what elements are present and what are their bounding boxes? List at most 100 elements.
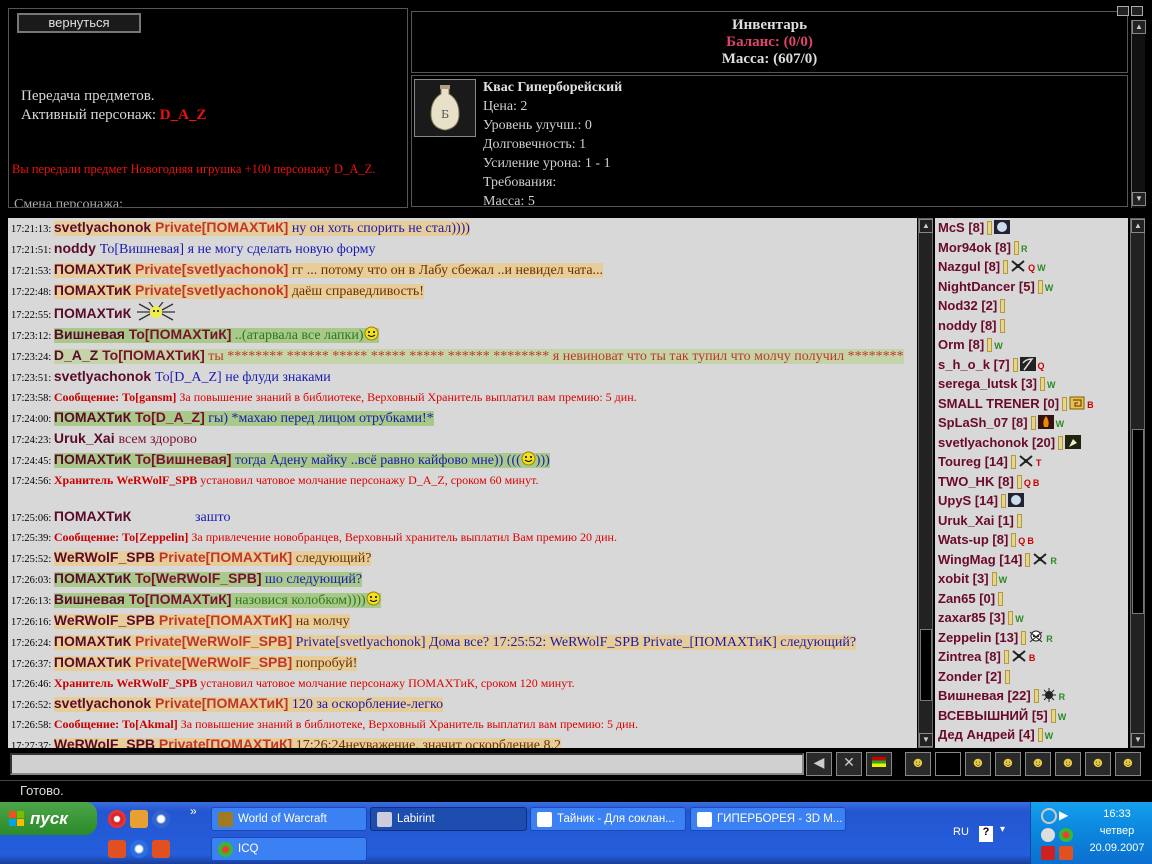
message-nick[interactable]: Вишневая — [54, 326, 129, 342]
message-recipient[interactable]: To[ПОМАХТиК] — [129, 326, 232, 342]
scroll-down-arrow-icon[interactable]: ▼ — [1131, 733, 1145, 747]
message-nick[interactable]: ПОМАХТиК — [54, 282, 135, 298]
task-wow[interactable]: World of Warcraft — [211, 807, 367, 831]
task-labirint[interactable]: Labirint — [370, 807, 527, 831]
tray-icon[interactable] — [1059, 846, 1073, 860]
user-row[interactable]: SMALL TRENER [0] B — [935, 394, 1128, 414]
message-recipient[interactable]: To[ПОМАХТиК] — [102, 347, 205, 363]
scroll-up-arrow-icon[interactable]: ▲ — [919, 219, 933, 233]
kvass-bottle-icon[interactable]: Б — [414, 79, 476, 137]
color-palette-icon[interactable] — [866, 752, 892, 776]
user-row[interactable]: Zonder [2] — [935, 667, 1128, 687]
user-name[interactable]: s_h_o_k — [938, 357, 994, 372]
user-name[interactable]: Toureg — [938, 454, 985, 469]
user-name[interactable]: WingMag — [938, 552, 999, 567]
message-nick[interactable]: ПОМАХТиК — [54, 261, 135, 277]
message-recipient[interactable]: To[WeRWolF_SPB] — [135, 570, 262, 586]
play-icon[interactable]: ▶ — [1059, 808, 1068, 823]
chat-scrollbar[interactable]: ▲ ▼ — [918, 218, 933, 748]
user-row[interactable]: Дед Андрей [4] W — [935, 725, 1128, 745]
clear-icon[interactable]: ✕ — [836, 752, 862, 776]
user-name[interactable]: Nazgul — [938, 259, 984, 274]
user-row[interactable]: TWO_HK [8] Q B — [935, 472, 1128, 492]
user-name[interactable]: Mor94ok — [938, 240, 995, 255]
user-name[interactable]: SpLaSh_07 — [938, 415, 1012, 430]
scroll-up-arrow-icon[interactable]: ▲ — [1132, 20, 1146, 34]
scroll-up-arrow-icon[interactable]: ▲ — [1131, 219, 1145, 233]
task-tainik[interactable]: Тайник - Для соклан... — [530, 807, 686, 831]
help-icon[interactable]: ? — [979, 826, 993, 842]
smile-icon[interactable]: ☻ — [1085, 752, 1111, 776]
chat-scroll-thumb[interactable] — [920, 629, 932, 701]
user-name[interactable]: McS — [938, 220, 968, 235]
message-nick[interactable]: svetlyachonok — [54, 695, 155, 711]
opera-icon[interactable] — [108, 810, 126, 828]
task-icq[interactable]: ICQ — [211, 837, 367, 861]
message-nick[interactable]: svetlyachonok — [54, 368, 155, 384]
user-name[interactable]: SMALL TRENER — [938, 396, 1043, 411]
message-recipient[interactable]: Private[ПОМАХТиК] — [155, 695, 288, 711]
user-name[interactable]: Wats-up — [938, 532, 992, 547]
message-nick[interactable]: noddy — [54, 240, 100, 256]
users-scrollbar[interactable]: ▲ ▼ — [1130, 218, 1145, 748]
message-recipient[interactable]: Private[WeRWolF_SPB] — [135, 654, 292, 670]
message-nick[interactable]: D_A_Z — [54, 347, 102, 363]
message-recipient[interactable]: To[D_A_Z] — [135, 409, 205, 425]
message-nick[interactable]: WeRWolF_SPB — [54, 612, 159, 628]
user-row[interactable]: zaxar85 [3] W — [935, 608, 1128, 628]
user-row[interactable]: UpyS [14] — [935, 491, 1128, 511]
user-row[interactable]: svetlyachonok [20] — [935, 433, 1128, 453]
restore-button[interactable] — [1131, 6, 1143, 16]
user-row[interactable]: McS [8] — [935, 218, 1128, 238]
message-nick[interactable]: ПОМАХТиК — [54, 305, 135, 321]
smile-icon[interactable]: ☻ — [995, 752, 1021, 776]
quicklaunch-icon[interactable] — [152, 840, 170, 858]
user-row[interactable]: noddy [8] — [935, 316, 1128, 336]
user-row[interactable]: Toureg [14] T — [935, 452, 1128, 472]
tray-icon[interactable] — [1041, 828, 1055, 842]
back-arrow-icon[interactable]: ◀ — [806, 752, 832, 776]
message-recipient[interactable]: To[ПОМАХТиК] — [129, 591, 232, 607]
user-row[interactable]: WingMag [14] R — [935, 550, 1128, 570]
smile-icon[interactable]: ☻ — [965, 752, 991, 776]
user-name[interactable]: noddy — [938, 318, 981, 333]
user-name[interactable]: Nod32 — [938, 298, 981, 313]
message-recipient[interactable]: Private[ПОМАХТиК] — [155, 219, 288, 235]
user-name[interactable]: Zintrea — [938, 649, 985, 664]
chat-input[interactable] — [10, 753, 804, 775]
message-nick[interactable]: ПОМАХТиК — [54, 654, 135, 670]
user-name[interactable]: TWO_HK — [938, 474, 998, 489]
message-nick[interactable]: ПОМАХТиК — [54, 508, 135, 524]
user-row[interactable]: Zeppelin [13] R — [935, 628, 1128, 648]
blank-button[interactable] — [935, 752, 961, 776]
smile-icon[interactable]: ☻ — [905, 752, 931, 776]
smile-icon[interactable]: ☻ — [1055, 752, 1081, 776]
message-recipient[interactable]: Private[ПОМАХТиК] — [159, 612, 292, 628]
user-row[interactable]: Вишневая [22] R — [935, 686, 1128, 706]
message-recipient[interactable]: Private[ПОМАХТиК] — [159, 736, 292, 748]
message-nick[interactable]: WeRWolF_SPB — [54, 549, 159, 565]
user-row[interactable]: NightDancer [5] W — [935, 277, 1128, 297]
user-name[interactable]: Дед Андрей — [938, 727, 1019, 742]
icq-tray-icon[interactable] — [1059, 828, 1073, 842]
back-button[interactable]: вернуться — [17, 13, 141, 33]
user-row[interactable]: Nazgul [8] Q W — [935, 257, 1128, 277]
message-nick[interactable]: ПОМАХТиК — [54, 451, 135, 467]
start-button[interactable]: пуск — [0, 802, 97, 835]
message-nick[interactable]: Uruk_Xai — [54, 430, 119, 446]
user-name[interactable]: Zonder — [938, 669, 986, 684]
user-row[interactable]: Uruk_Xai [1] — [935, 511, 1128, 531]
message-nick[interactable]: ПОМАХТиК — [54, 633, 135, 649]
message-nick[interactable]: ПОМАХТиК — [54, 570, 135, 586]
quicklaunch-icon[interactable] — [130, 810, 148, 828]
language-indicator[interactable]: RU — [953, 826, 969, 838]
user-name[interactable]: UpyS — [938, 493, 975, 508]
smile-icon[interactable]: ☻ — [1025, 752, 1051, 776]
message-recipient[interactable]: Private[svetlyachonok] — [135, 261, 288, 277]
user-name[interactable]: NightDancer — [938, 279, 1019, 294]
user-row[interactable]: Nod32 [2] — [935, 296, 1128, 316]
message-recipient[interactable]: Private[ПОМАХТиК] — [159, 549, 292, 565]
scroll-down-arrow-icon[interactable]: ▼ — [1132, 192, 1146, 206]
top-scrollbar[interactable]: ▲ ▼ — [1131, 20, 1146, 208]
message-nick[interactable]: svetlyachonok — [54, 219, 155, 235]
